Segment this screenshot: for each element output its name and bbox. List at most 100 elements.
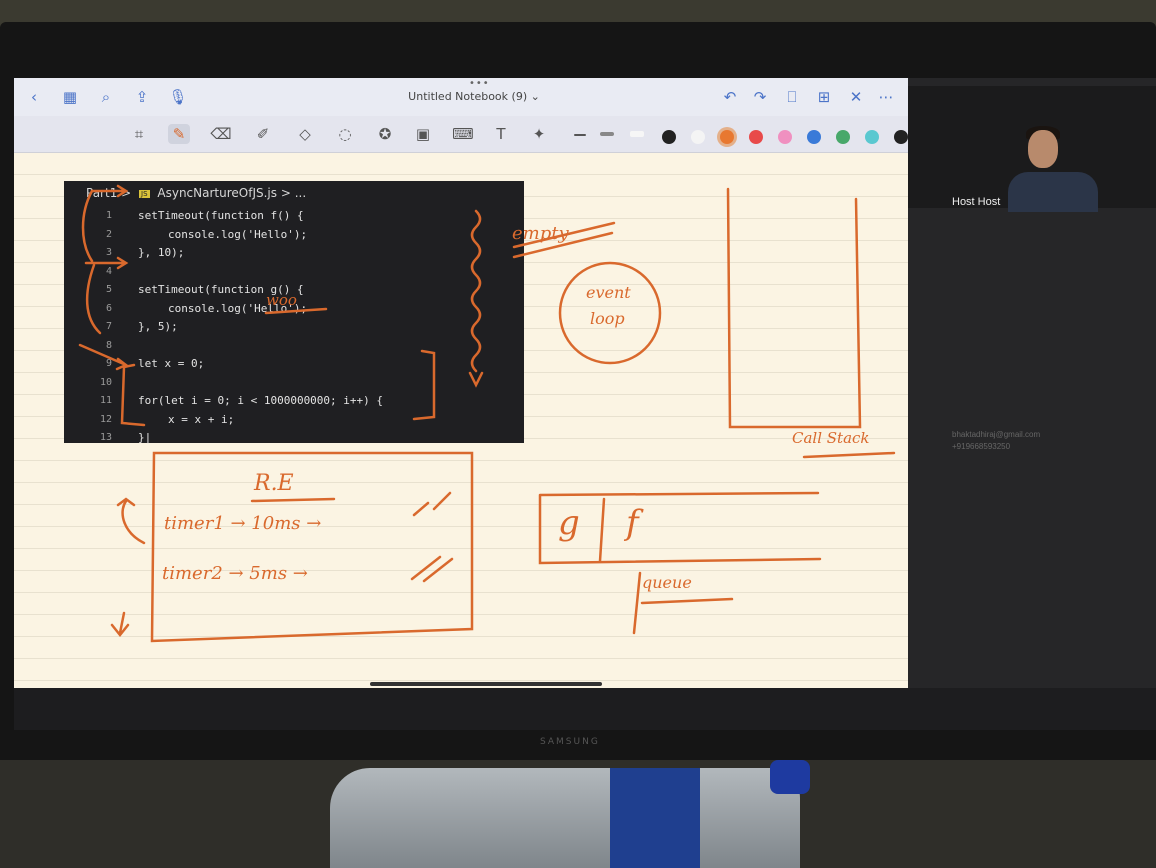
text-icon[interactable]: T (490, 124, 512, 144)
notes-app: ‹ ▦ ⌕ ⇪ 🎙 ••• Untitled Notebook (9) ⌄ ↶ … (14, 78, 908, 688)
note-call-stack: Call Stack (792, 429, 870, 447)
more-icon[interactable]: ⋯ (876, 87, 896, 107)
note-loop: loop (590, 309, 625, 328)
bottle-label (610, 768, 700, 868)
line-number: 7 (105, 321, 112, 332)
code-line: 4 (64, 263, 524, 280)
file-breadcrumb: Part1 > JS AsyncNartureOfJS.js > ... (86, 186, 306, 200)
sticker-icon[interactable]: ✪ (374, 124, 396, 144)
keyboard-icon[interactable]: ⌨ (452, 124, 474, 144)
tick-marks (410, 491, 454, 583)
add-page-icon[interactable]: ⊞ (814, 87, 834, 107)
code-line: 12 x = x + i; (64, 411, 524, 428)
highlighter-icon[interactable]: ✐ (252, 124, 274, 144)
color-swatch[interactable] (720, 130, 734, 144)
back-icon[interactable]: ‹ (24, 87, 44, 107)
line-number: 13 (99, 432, 112, 443)
breadcrumb-folder: Part1 (86, 186, 118, 200)
code-line: 7}, 5); (64, 318, 524, 335)
code-line: 11 for(let i = 0; i < 1000000000; i++) { (64, 392, 524, 409)
laser-icon[interactable]: ✦ (528, 124, 550, 144)
host-email: bhaktadhiraj@gmail.com (952, 430, 1041, 439)
host-phone: +919668593250 (952, 442, 1011, 451)
image-icon[interactable]: ▣ (412, 124, 434, 144)
home-indicator[interactable] (370, 682, 602, 686)
breadcrumb-file: AsyncNartureOfJS.js (157, 186, 278, 200)
code-text: for(let i = 0; i < 1000000000; i++) { (138, 394, 384, 407)
line-number: 4 (105, 265, 112, 277)
re-underline (250, 497, 336, 503)
color-swatch[interactable] (865, 130, 879, 144)
color-swatch[interactable] (778, 130, 792, 144)
note-timer2: timer2 → 5ms → (162, 563, 308, 584)
drag-handle[interactable]: ••• (469, 78, 490, 89)
host-face (1028, 130, 1058, 168)
grid-icon[interactable]: ▦ (60, 87, 80, 107)
line-number: 12 (99, 413, 112, 425)
lasso-icon[interactable]: ◌ (334, 124, 356, 144)
undo-icon[interactable]: ↶ (720, 87, 740, 107)
note-runtime-env: R.E (254, 471, 294, 496)
note-woo: woo (266, 291, 297, 309)
eraser-icon[interactable]: ⌫ (210, 124, 232, 144)
code-text: let x = 0; (138, 357, 205, 370)
line-number: 2 (105, 228, 112, 240)
loop-arrow-left (116, 497, 146, 545)
notebook-title[interactable]: Untitled Notebook (9) ⌄ (399, 90, 549, 103)
host-video[interactable]: Host Host (908, 86, 1156, 212)
line-number: 6 (105, 302, 112, 314)
line-number: 10 (99, 376, 112, 388)
queue-divider (598, 497, 606, 563)
down-arrow-left (110, 611, 130, 638)
meeting-pane: Host Host bhaktadhiraj@gmail.com +919668… (908, 78, 1156, 688)
color-swatch[interactable] (807, 130, 821, 144)
line-number: 11 (99, 395, 112, 406)
code-line: 10 (64, 374, 524, 391)
code-line: 2 console.log('Hello'); (64, 226, 524, 243)
close-icon[interactable]: ✕ (846, 87, 866, 107)
runtime-box (150, 451, 474, 643)
bookmark-icon[interactable]: ⎕ (782, 87, 802, 107)
chevron-down-icon: ⌄ (530, 90, 540, 103)
redo-icon[interactable]: ↷ (750, 87, 770, 107)
color-swatch[interactable] (836, 130, 850, 144)
color-swatch[interactable] (691, 130, 705, 144)
stroke-thin[interactable] (574, 134, 586, 136)
code-line: 1 setTimeout(function f() { (64, 207, 524, 224)
queue-stem (632, 571, 642, 635)
code-line: 13}| (64, 429, 524, 446)
pen-icon[interactable]: ✎ (168, 124, 190, 144)
note-empty: empty (512, 223, 569, 244)
queue-item-f: f (626, 503, 639, 543)
line-number: 5 (105, 284, 112, 295)
line-number: 1 (105, 210, 112, 221)
color-swatch[interactable] (749, 130, 763, 144)
stroke-medium[interactable] (600, 132, 614, 136)
water-bottle (330, 768, 800, 868)
monitor-brand: SAMSUNG (540, 737, 600, 747)
line-number: 9 (105, 358, 112, 369)
code-text: }, 10); (138, 246, 185, 259)
code-line: 3 }, 10); (64, 244, 524, 261)
lasso-zoom-icon[interactable]: ⌗ (128, 124, 150, 144)
code-line: 9 let x = 0; (64, 355, 524, 372)
breadcrumb-more: > ... (280, 186, 307, 200)
line-number: 3 (105, 247, 112, 258)
color-swatch[interactable] (662, 130, 676, 144)
color-swatch[interactable] (894, 130, 908, 144)
microphone-icon[interactable]: 🎙 (168, 87, 188, 107)
code-text: x = x + i; (168, 412, 235, 426)
stroke-thick[interactable] (630, 131, 644, 137)
note-canvas[interactable]: Part1 > JS AsyncNartureOfJS.js > ... 1 se… (14, 153, 908, 688)
code-text: setTimeout(function f() { (138, 209, 304, 222)
breadcrumb-separator: > (121, 186, 132, 200)
shapes-icon[interactable]: ◇ (294, 124, 316, 144)
line-number: 8 (105, 339, 112, 351)
code-screenshot: Part1 > JS AsyncNartureOfJS.js > ... 1 se… (64, 181, 524, 446)
queue-box (538, 491, 822, 565)
search-icon[interactable]: ⌕ (96, 87, 116, 107)
host-body (1008, 172, 1098, 212)
code-text: console.log('Hello'); (168, 227, 308, 241)
share-icon[interactable]: ⇪ (132, 87, 152, 107)
screen: ‹ ▦ ⌕ ⇪ 🎙 ••• Untitled Notebook (9) ⌄ ↶ … (14, 78, 1156, 730)
